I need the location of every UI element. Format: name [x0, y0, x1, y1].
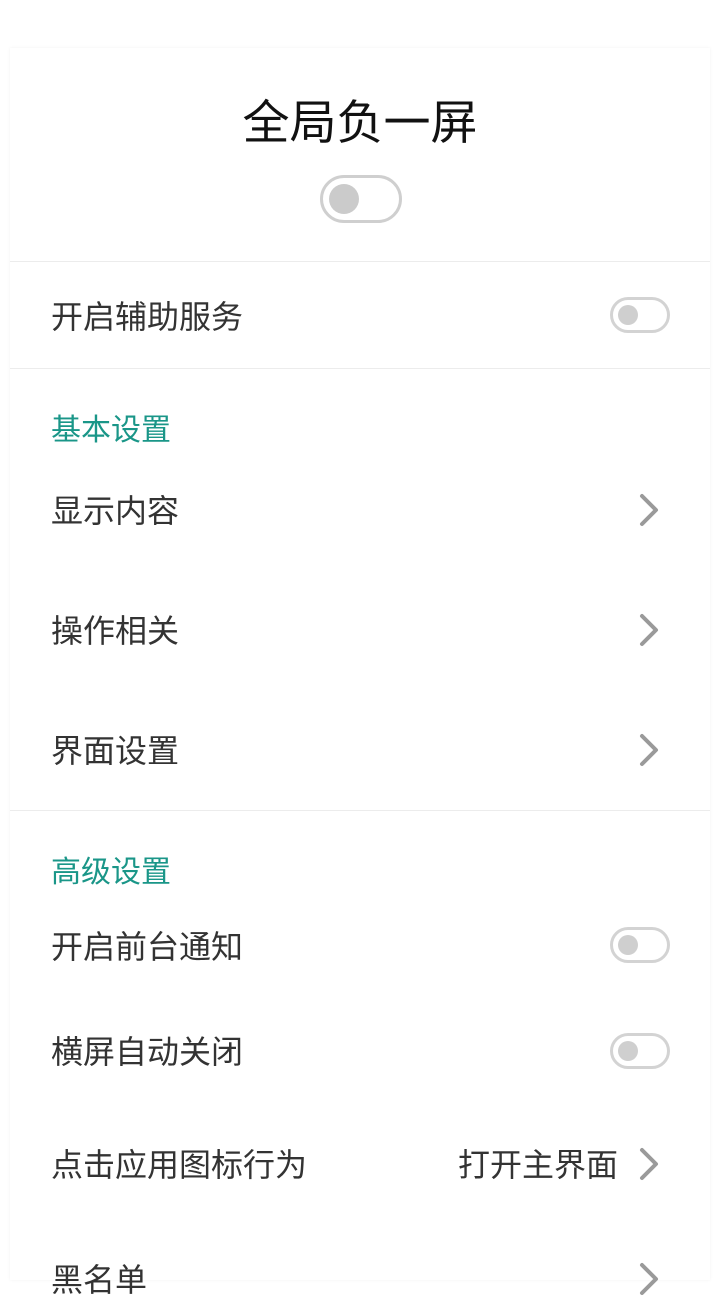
chevron-right-icon	[640, 494, 658, 526]
landscape-auto-close-toggle[interactable]	[610, 1033, 670, 1069]
foreground-notification-toggle-knob	[618, 935, 638, 955]
icon-click-behavior-value: 打开主界面	[457, 1146, 618, 1184]
accessibility-toggle[interactable]	[610, 297, 670, 333]
chevron-right-icon	[640, 614, 658, 646]
list-item-label: 黑名单	[51, 1261, 148, 1299]
landscape-auto-close-label: 横屏自动关闭	[51, 1033, 244, 1071]
accessibility-label: 开启辅助服务	[51, 298, 244, 336]
icon-click-behavior-label: 点击应用图标行为	[51, 1146, 308, 1184]
master-toggle[interactable]	[320, 175, 402, 223]
basic-item-label: 操作相关	[51, 612, 180, 650]
section-header-basic: 基本设置	[51, 413, 171, 448]
divider	[10, 368, 710, 369]
basic-item-label: 界面设置	[51, 732, 180, 770]
section-header-advanced: 高级设置	[51, 855, 171, 890]
landscape-auto-close-toggle-knob	[618, 1041, 638, 1061]
divider	[10, 810, 710, 811]
divider	[10, 261, 710, 262]
master-toggle-knob	[329, 184, 359, 214]
foreground-notification-toggle[interactable]	[610, 927, 670, 963]
status-bar-area	[0, 0, 720, 48]
foreground-notification-label: 开启前台通知	[51, 928, 244, 966]
settings-card	[10, 48, 710, 1280]
accessibility-toggle-knob	[618, 305, 638, 325]
chevron-right-icon	[640, 1148, 658, 1180]
page-title: 全局负一屏	[242, 96, 478, 151]
basic-item-label: 显示内容	[51, 492, 180, 530]
chevron-right-icon	[640, 734, 658, 766]
chevron-right-icon	[640, 1263, 658, 1295]
